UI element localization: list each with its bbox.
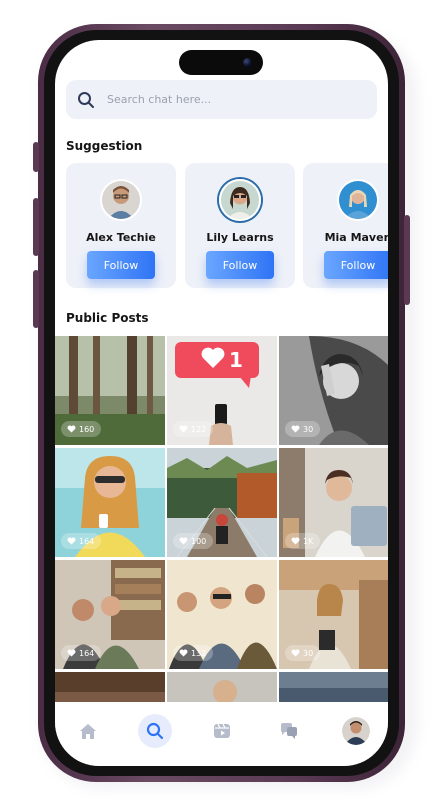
svg-text:1: 1 bbox=[229, 348, 243, 372]
camera-icon bbox=[243, 58, 252, 67]
heart-icon bbox=[291, 649, 300, 657]
heart-icon bbox=[179, 425, 188, 433]
search-icon bbox=[146, 722, 164, 740]
like-count: 30 bbox=[303, 648, 314, 658]
like-count: 122 bbox=[191, 424, 207, 434]
suggestion-card[interactable]: Mia Maven Follow bbox=[303, 163, 388, 288]
like-badge: 164 bbox=[61, 645, 102, 661]
heart-icon bbox=[67, 649, 76, 657]
post-thumbnail[interactable]: 30 bbox=[279, 336, 388, 445]
posts-grid[interactable]: 160 1 122 30 164 100 1K 164 132 30 bbox=[55, 336, 388, 766]
app-screen: Suggestion Alex Techie Follow bbox=[55, 40, 388, 766]
public-posts-title: Public Posts bbox=[66, 311, 149, 325]
nav-home[interactable] bbox=[71, 714, 105, 748]
suggestion-card[interactable]: Lily Learns Follow bbox=[185, 163, 295, 288]
chat-icon bbox=[281, 723, 297, 739]
heart-icon bbox=[179, 649, 188, 657]
like-count: 30 bbox=[303, 424, 314, 434]
like-badge: 164 bbox=[61, 533, 102, 549]
follow-button[interactable]: Follow bbox=[324, 251, 388, 279]
heart-icon bbox=[291, 425, 300, 433]
heart-icon bbox=[67, 537, 76, 545]
follow-button[interactable]: Follow bbox=[206, 251, 274, 279]
side-button bbox=[404, 215, 410, 305]
follow-button[interactable]: Follow bbox=[87, 251, 155, 279]
like-count: 132 bbox=[191, 648, 207, 658]
heart-icon bbox=[179, 537, 188, 545]
post-thumbnail[interactable]: 1K bbox=[279, 448, 388, 557]
side-button bbox=[33, 270, 39, 328]
home-icon bbox=[80, 723, 96, 739]
suggestion-name: Mia Maven bbox=[324, 231, 388, 244]
search-bar[interactable] bbox=[66, 80, 377, 119]
search-icon bbox=[78, 91, 94, 108]
dynamic-island bbox=[179, 50, 263, 75]
like-count: 164 bbox=[79, 648, 95, 658]
post-thumbnail[interactable]: 164 bbox=[55, 448, 165, 557]
like-badge: 122 bbox=[173, 421, 214, 437]
suggestion-name: Lily Learns bbox=[206, 231, 274, 244]
post-thumbnail[interactable]: 160 bbox=[55, 336, 165, 445]
profile-avatar bbox=[342, 717, 370, 745]
post-thumbnail[interactable]: 132 bbox=[167, 560, 277, 669]
nav-chat[interactable] bbox=[272, 714, 306, 748]
like-count: 1K bbox=[303, 536, 314, 546]
suggestion-list[interactable]: Alex Techie Follow Lily Learns Follow Mi… bbox=[66, 163, 388, 288]
heart-icon bbox=[291, 537, 300, 545]
search-input[interactable] bbox=[105, 92, 349, 107]
post-thumbnail[interactable]: 1 122 bbox=[167, 336, 277, 445]
side-button bbox=[33, 198, 39, 256]
like-badge: 100 bbox=[173, 533, 214, 549]
nav-search[interactable] bbox=[138, 714, 172, 748]
reels-icon bbox=[214, 723, 230, 738]
like-count: 100 bbox=[191, 536, 207, 546]
post-thumbnail[interactable]: 100 bbox=[167, 448, 277, 557]
suggestion-card[interactable]: Alex Techie Follow bbox=[66, 163, 176, 288]
avatar[interactable] bbox=[337, 179, 379, 221]
avatar[interactable] bbox=[100, 179, 142, 221]
side-button bbox=[33, 142, 39, 172]
like-badge: 30 bbox=[285, 645, 321, 661]
nav-profile[interactable] bbox=[339, 714, 373, 748]
post-thumbnail[interactable]: 30 bbox=[279, 560, 388, 669]
like-count: 160 bbox=[79, 424, 95, 434]
avatar[interactable] bbox=[219, 179, 261, 221]
like-badge: 1K bbox=[285, 533, 321, 549]
like-count: 164 bbox=[79, 536, 95, 546]
nav-reels[interactable] bbox=[205, 714, 239, 748]
like-badge: 160 bbox=[61, 421, 102, 437]
heart-icon bbox=[67, 425, 76, 433]
suggestion-name: Alex Techie bbox=[86, 231, 156, 244]
bottom-nav bbox=[55, 702, 388, 766]
like-badge: 132 bbox=[173, 645, 214, 661]
post-thumbnail[interactable]: 164 bbox=[55, 560, 165, 669]
like-badge: 30 bbox=[285, 421, 321, 437]
suggestion-title: Suggestion bbox=[66, 139, 143, 153]
